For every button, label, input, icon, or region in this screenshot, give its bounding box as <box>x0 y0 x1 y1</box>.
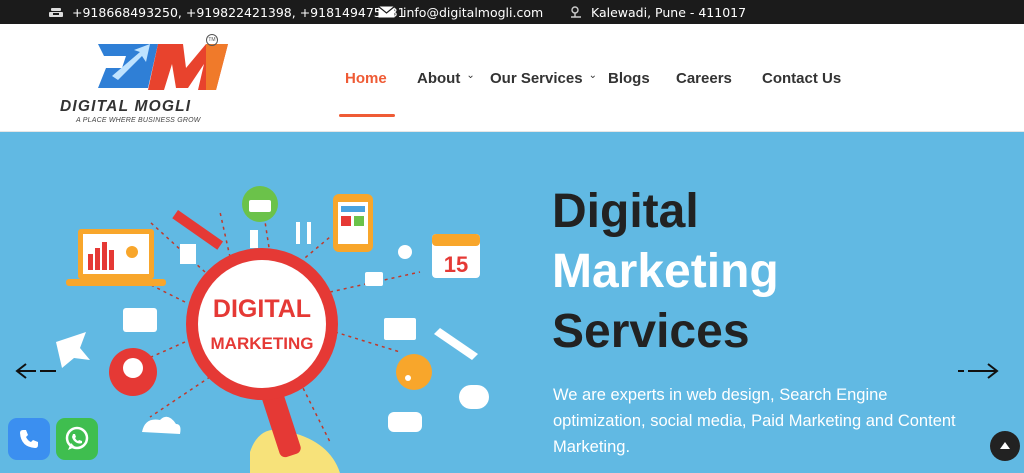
chevron-up-icon <box>1000 442 1010 449</box>
nav-blogs[interactable]: Blogs <box>608 24 650 132</box>
nav-about[interactable]: About ⌄ <box>417 24 475 132</box>
nav-active-indicator <box>339 114 395 117</box>
slider-prev-button[interactable] <box>14 361 58 381</box>
calendar-day: 15 <box>444 252 468 277</box>
hero-title-line1: Digital <box>552 185 699 238</box>
nav-contact-us[interactable]: Contact Us <box>762 24 841 132</box>
hero-title: Digital Marketing Services <box>552 182 779 362</box>
hero-description: We are experts in web design, Search Eng… <box>553 386 956 456</box>
whatsapp-button[interactable] <box>56 418 98 460</box>
site-logo[interactable]: TM DIGITAL MOGLI A PLACE WHERE BUSINESS … <box>58 32 238 124</box>
hero-title-line2: Marketing <box>552 245 779 298</box>
call-button[interactable] <box>8 418 50 460</box>
chevron-down-icon: ⌄ <box>588 69 597 81</box>
hero-slider: DIGITAL MARKETING 15 Digital Marketing S… <box>0 132 1024 473</box>
trademark-badge: TM <box>206 34 218 46</box>
phone-icon <box>49 8 63 17</box>
mail-icon <box>378 6 395 18</box>
chevron-down-icon: ⌄ <box>466 69 475 81</box>
topbar-location: Kalewadi, Pune - 411017 <box>569 0 746 24</box>
logo-brand-name: DIGITAL MOGLI <box>60 98 192 115</box>
topbar-phone[interactable]: +918668493250, +919822421398, +918149475… <box>48 0 406 24</box>
location-icon <box>571 6 581 18</box>
arrow-left-icon <box>15 363 56 379</box>
phone-icon <box>20 430 38 448</box>
nav-about-label: About <box>417 69 461 87</box>
arrow-right-icon <box>958 363 999 379</box>
nav-careers[interactable]: Careers <box>676 24 732 132</box>
whatsapp-icon <box>65 426 89 450</box>
phone-numbers: +918668493250, +919822421398, +918149475… <box>72 4 406 20</box>
logo-tagline: A PLACE WHERE BUSINESS GROW <box>76 117 201 124</box>
badge-line1: DIGITAL <box>213 295 311 323</box>
badge-line2: MARKETING <box>211 334 314 353</box>
hero-title-line3: Services <box>552 305 750 358</box>
topbar-email[interactable]: info@digitalmogli.com <box>378 0 543 24</box>
top-contact-bar: +918668493250, +919822421398, +918149475… <box>0 0 1024 24</box>
location-text: Kalewadi, Pune - 411017 <box>591 4 747 20</box>
email-address: info@digitalmogli.com <box>403 4 544 20</box>
slider-next-button[interactable] <box>956 361 1000 381</box>
nav-services-label: Our Services <box>490 69 583 87</box>
nav-our-services[interactable]: Our Services ⌄ <box>490 24 597 132</box>
scroll-to-top-button[interactable] <box>990 431 1020 461</box>
